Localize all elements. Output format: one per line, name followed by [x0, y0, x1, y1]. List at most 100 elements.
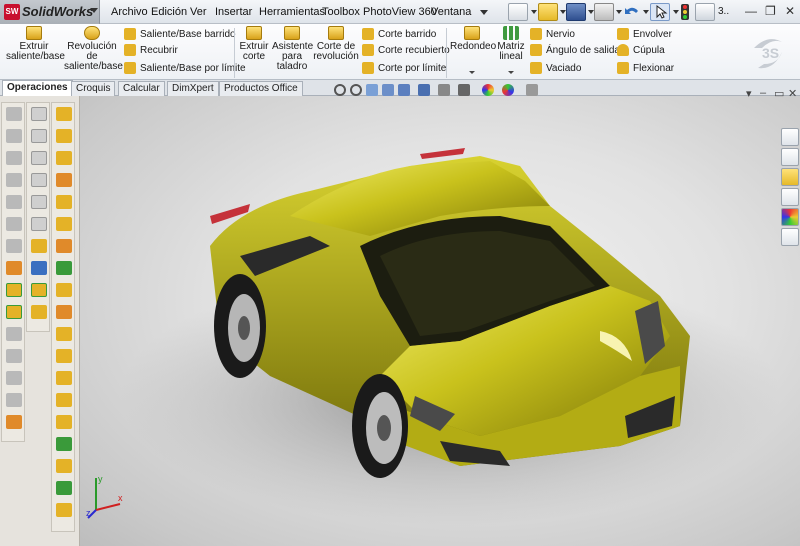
feature-tool-icon[interactable] — [6, 195, 22, 209]
new-document-icon[interactable] — [508, 3, 528, 21]
sketch-tool-icon[interactable] — [31, 107, 47, 121]
surface-tool-icon[interactable] — [56, 283, 72, 297]
graphics-area[interactable] — [80, 96, 800, 546]
edit-appearance-icon[interactable] — [458, 84, 470, 96]
restore-icon[interactable]: ❐ — [765, 4, 776, 18]
custom-properties-icon[interactable] — [781, 228, 799, 246]
viewport-close-icon[interactable]: ✕ — [788, 87, 797, 100]
feature-tool-icon[interactable] — [6, 129, 22, 143]
select-dropdown-icon[interactable] — [673, 10, 679, 14]
sketch-tool-icon[interactable] — [31, 151, 47, 165]
apply-scene-icon[interactable] — [482, 84, 494, 96]
tab-croquis[interactable]: Croquis — [71, 81, 116, 96]
fillet-button[interactable]: Redondeo — [450, 26, 496, 52]
surface-tool-icon[interactable] — [56, 459, 72, 473]
print-icon[interactable] — [594, 3, 614, 21]
menu-toolbox[interactable]: Toolbox — [322, 6, 360, 18]
tab-calcular[interactable]: Calcular — [118, 81, 165, 96]
sketch-tool-icon[interactable] — [31, 217, 47, 231]
menu-archivo[interactable]: Archivo — [111, 6, 148, 18]
surface-tool-icon[interactable] — [56, 437, 72, 451]
open-folder-icon[interactable] — [538, 3, 558, 21]
feature-tool-icon[interactable] — [6, 151, 22, 165]
sketch-tool-icon[interactable] — [31, 283, 47, 297]
surface-tool-icon[interactable] — [56, 195, 72, 209]
wrap-button[interactable]: Envolver — [617, 28, 672, 42]
rib-button[interactable]: Nervio — [530, 28, 575, 42]
shell-button[interactable]: Vaciado — [530, 62, 581, 76]
pattern-dropdown-icon[interactable] — [508, 71, 514, 74]
feature-tool-icon[interactable] — [6, 305, 22, 319]
tab-dimxpert[interactable]: DimXpert — [167, 81, 219, 96]
minimize-icon[interactable]: — — [745, 4, 757, 18]
view-palette-icon[interactable] — [781, 188, 799, 206]
car-model[interactable] — [80, 96, 800, 546]
sketch-tool-icon[interactable] — [31, 195, 47, 209]
surface-tool-icon[interactable] — [56, 481, 72, 495]
previous-view-icon[interactable] — [366, 84, 378, 96]
undo-icon[interactable] — [622, 3, 642, 21]
surface-tool-icon[interactable] — [56, 305, 72, 319]
extrude-boss-button[interactable]: Extruir saliente/base — [6, 26, 65, 62]
options-overflow-text[interactable]: 3.. — [718, 6, 729, 17]
feature-tool-icon[interactable] — [6, 239, 22, 253]
flex-button[interactable]: Flexionar — [617, 62, 674, 76]
tab-operaciones[interactable]: Operaciones — [2, 80, 73, 96]
surface-tool-icon[interactable] — [56, 261, 72, 275]
linear-pattern-button[interactable]: Matriz lineal — [496, 26, 526, 62]
sketch-tool-icon[interactable] — [31, 129, 47, 143]
sketch-tool-icon[interactable] — [31, 173, 47, 187]
swept-cut-button[interactable]: Corte barrido — [362, 28, 436, 42]
feature-tool-icon[interactable] — [6, 349, 22, 363]
viewport-arrow-icon[interactable]: ▾ — [746, 87, 752, 100]
menu-edicion[interactable]: Edición — [151, 6, 187, 18]
surface-tool-icon[interactable] — [56, 349, 72, 363]
feature-tool-icon[interactable] — [6, 415, 22, 429]
view-settings-icon[interactable] — [502, 84, 514, 96]
select-cursor-icon[interactable] — [650, 3, 670, 21]
surface-tool-icon[interactable] — [56, 415, 72, 429]
sketch-tool-icon[interactable] — [31, 239, 47, 253]
menu-ventana[interactable]: Ventana — [431, 6, 471, 18]
hide-show-items-icon[interactable] — [438, 84, 450, 96]
new-dropdown-icon[interactable] — [531, 10, 537, 14]
zoom-to-area-icon[interactable] — [350, 84, 362, 96]
feature-tool-icon[interactable] — [6, 261, 22, 275]
dome-button[interactable]: Cúpula — [617, 44, 665, 58]
solidworks-logo[interactable]: SW SolidWorks — [0, 0, 100, 24]
surface-tool-icon[interactable] — [56, 173, 72, 187]
feature-tool-icon[interactable] — [6, 107, 22, 121]
file-explorer-icon[interactable] — [781, 168, 799, 186]
boundary-boss-button[interactable]: Saliente/Base por límite — [124, 62, 246, 76]
loft-cut-button[interactable]: Corte recubierto — [362, 44, 450, 58]
boundary-cut-button[interactable]: Corte por límite — [362, 62, 446, 76]
hole-wizard-button[interactable]: Asistente para taladro — [272, 26, 313, 72]
view-orientation-icon[interactable] — [398, 84, 410, 96]
extrude-cut-button[interactable]: Extruir corte — [238, 26, 270, 62]
surface-tool-icon[interactable] — [56, 393, 72, 407]
save-icon[interactable] — [566, 3, 586, 21]
surface-tool-icon[interactable] — [56, 129, 72, 143]
surface-tool-icon[interactable] — [56, 239, 72, 253]
surface-tool-icon[interactable] — [56, 371, 72, 385]
viewport-minimize-icon[interactable]: – — [760, 87, 766, 99]
feature-tool-icon[interactable] — [6, 371, 22, 385]
section-view-icon[interactable] — [382, 84, 394, 96]
zoom-to-fit-icon[interactable] — [334, 84, 346, 96]
feature-tool-icon[interactable] — [6, 283, 22, 297]
revolve-boss-button[interactable]: Revolución de saliente/base — [64, 26, 123, 72]
menu-ver[interactable]: Ver — [190, 6, 207, 18]
close-icon[interactable]: ✕ — [785, 4, 795, 18]
swept-boss-button[interactable]: Saliente/Base barrido — [124, 28, 236, 42]
feature-tool-icon[interactable] — [6, 327, 22, 341]
surface-tool-icon[interactable] — [56, 107, 72, 121]
menu-photoview[interactable]: PhotoView 360 — [363, 6, 437, 18]
surface-tool-icon[interactable] — [56, 217, 72, 231]
menu-insertar[interactable]: Insertar — [215, 6, 252, 18]
surface-tool-icon[interactable] — [56, 151, 72, 165]
sketch-tool-icon[interactable] — [31, 261, 47, 275]
sketch-tool-icon[interactable] — [31, 305, 47, 319]
display-pane-icon[interactable] — [526, 84, 538, 96]
tab-productos-office[interactable]: Productos Office — [219, 81, 303, 96]
loft-boss-button[interactable]: Recubrir — [124, 44, 178, 58]
